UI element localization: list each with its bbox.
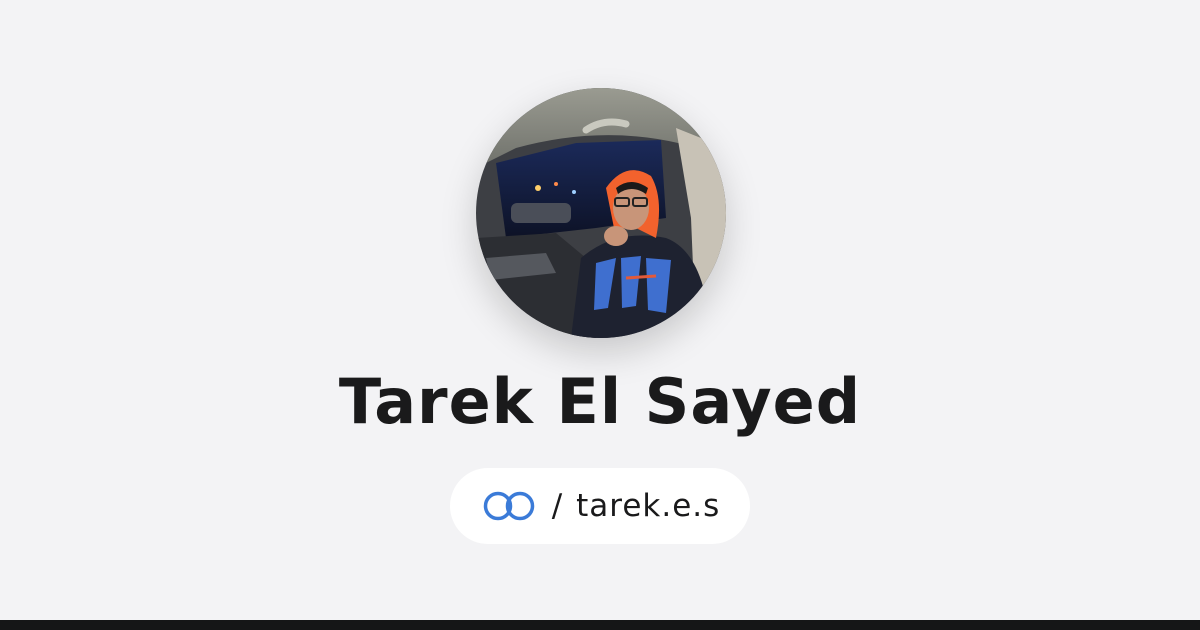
profile-handle: tarek.e.s	[576, 488, 721, 524]
handle-separator: /	[551, 488, 563, 524]
profile-name: Tarek El Sayed	[338, 365, 862, 438]
avatar-photo	[476, 88, 726, 338]
linked-rings-icon	[480, 490, 538, 522]
profile-avatar	[476, 88, 726, 338]
profile-handle-link[interactable]: / tarek.e.s	[450, 468, 750, 544]
bottom-bar	[0, 620, 1200, 630]
